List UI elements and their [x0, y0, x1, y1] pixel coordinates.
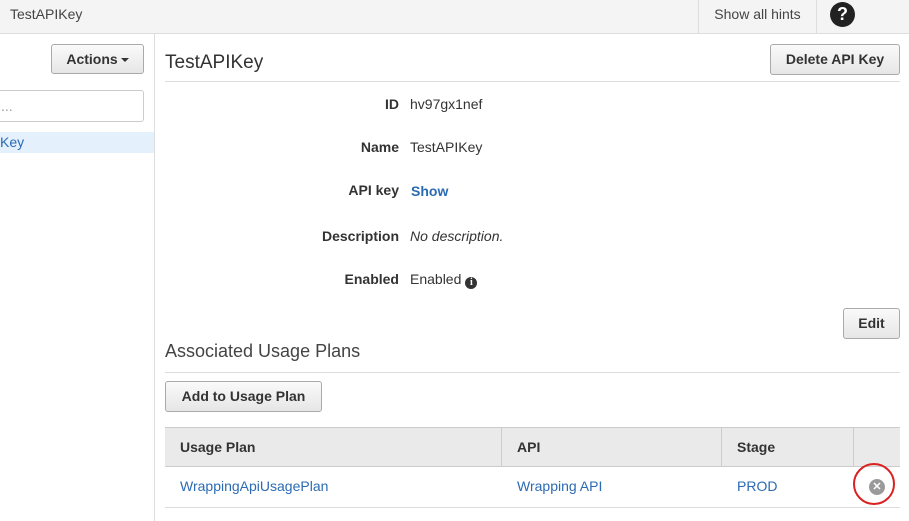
name-label: Name [360, 139, 399, 155]
add-to-usage-plan-button[interactable]: Add to Usage Plan [165, 381, 322, 412]
stage-link[interactable]: PROD [722, 467, 777, 507]
window-title: TestAPIKey [10, 6, 83, 22]
api-key-label: API key [348, 182, 399, 198]
usage-plan-link[interactable]: WrappingApiUsagePlan [165, 467, 328, 507]
divider [165, 81, 900, 82]
id-value: hv97gx1nef [410, 96, 483, 112]
show-all-hints-button[interactable]: Show all hints [699, 0, 816, 34]
enabled-value: Enabled i [410, 271, 478, 289]
table-header: Usage Plan API Stage [165, 427, 900, 467]
description-value: No description. [410, 228, 504, 244]
info-icon[interactable]: i [465, 277, 478, 289]
id-label: ID [385, 96, 399, 112]
name-value: TestAPIKey [410, 139, 483, 155]
show-api-key-link[interactable]: Show [411, 183, 448, 199]
caret-down-icon [120, 58, 129, 63]
table-row: WrappingApiUsagePlan Wrapping API PROD ✕ [165, 463, 900, 508]
column-header-stage[interactable]: Stage [722, 428, 854, 466]
divider [816, 0, 817, 34]
column-header-api[interactable]: API [502, 428, 722, 466]
page-title: TestAPIKey [165, 52, 264, 73]
actions-button-label: Actions [66, 51, 118, 67]
column-header-usage-plan[interactable]: Usage Plan [165, 428, 502, 466]
enabled-text: Enabled [410, 271, 462, 287]
delete-api-key-button[interactable]: Delete API Key [770, 44, 900, 75]
actions-button[interactable]: Actions [51, 44, 144, 74]
sidebar-item-api-key[interactable]: Key [0, 132, 154, 153]
remove-icon[interactable]: ✕ [869, 479, 885, 495]
help-icon[interactable]: ? [830, 2, 855, 27]
edit-button[interactable]: Edit [843, 308, 900, 339]
sidebar: Actions ... Key [0, 34, 155, 521]
search-input[interactable]: ... [0, 90, 144, 122]
section-title: Associated Usage Plans [165, 341, 361, 361]
description-label: Description [321, 228, 399, 244]
enabled-label: Enabled [344, 271, 399, 287]
api-link[interactable]: Wrapping API [502, 467, 602, 507]
top-bar: TestAPIKey Show all hints ? [0, 0, 909, 34]
divider [165, 372, 900, 373]
